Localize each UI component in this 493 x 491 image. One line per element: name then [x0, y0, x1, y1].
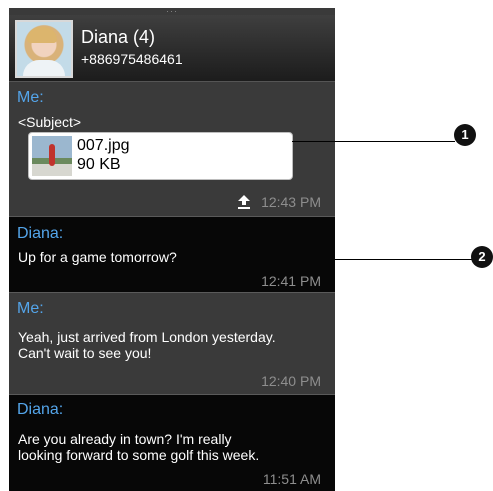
message-sender: Diana:: [17, 225, 64, 242]
top-grip-bar: ···: [9, 8, 335, 16]
message-text-line: Can't wait to see you!: [18, 345, 152, 361]
attachment-size: 90 KB: [77, 156, 121, 173]
avatar-shoulders: [23, 60, 65, 76]
callout-badge-2: 2: [471, 246, 493, 268]
callout-badge-1: 1: [454, 124, 476, 146]
message-thread-screen: ··· Diana (4) +886975486461 Me: <Subject…: [9, 8, 335, 491]
upload-icon: [238, 195, 250, 209]
callout-line-2: [335, 259, 473, 260]
message-item[interactable]: Diana: Are you already in town? I'm real…: [9, 395, 335, 491]
attachment-thumbnail: [32, 136, 72, 176]
message-text-line: Are you already in town? I'm really: [18, 431, 232, 447]
message-sender: Me:: [17, 300, 44, 317]
message-text-line: Yeah, just arrived from London yesterday…: [18, 329, 276, 345]
message-subject: <Subject>: [18, 114, 82, 130]
callout-line-1: [292, 141, 455, 142]
message-time: 12:43 PM: [261, 194, 321, 210]
message-item[interactable]: Me: Yeah, just arrived from London yeste…: [9, 293, 335, 394]
person-figure: [49, 144, 55, 166]
attachment-card[interactable]: 007.jpg 90 KB: [28, 132, 293, 180]
message-sender: Diana:: [17, 401, 64, 418]
message-time: 12:40 PM: [261, 373, 321, 389]
contact-phone: +886975486461: [81, 51, 183, 67]
message-sender: Me:: [17, 89, 44, 106]
message-item[interactable]: Diana: Up for a game tomorrow? 12:41 PM: [9, 217, 335, 292]
avatar-hair: [27, 27, 57, 43]
message-item[interactable]: Me: <Subject> 007.jpg 90 KB 12:43 PM: [9, 82, 335, 216]
attachment-filename: 007.jpg: [77, 137, 130, 154]
message-text-line: looking forward to some golf this week.: [18, 447, 260, 463]
message-time: 11:51 AM: [262, 471, 321, 487]
grip-dots-icon: ···: [166, 8, 178, 16]
thread-header[interactable]: Diana (4) +886975486461: [9, 15, 335, 82]
contact-name: Diana (4): [81, 27, 156, 47]
message-text: Up for a game tomorrow?: [18, 249, 177, 265]
message-time: 12:41 PM: [261, 273, 321, 289]
contact-avatar[interactable]: [15, 20, 73, 78]
